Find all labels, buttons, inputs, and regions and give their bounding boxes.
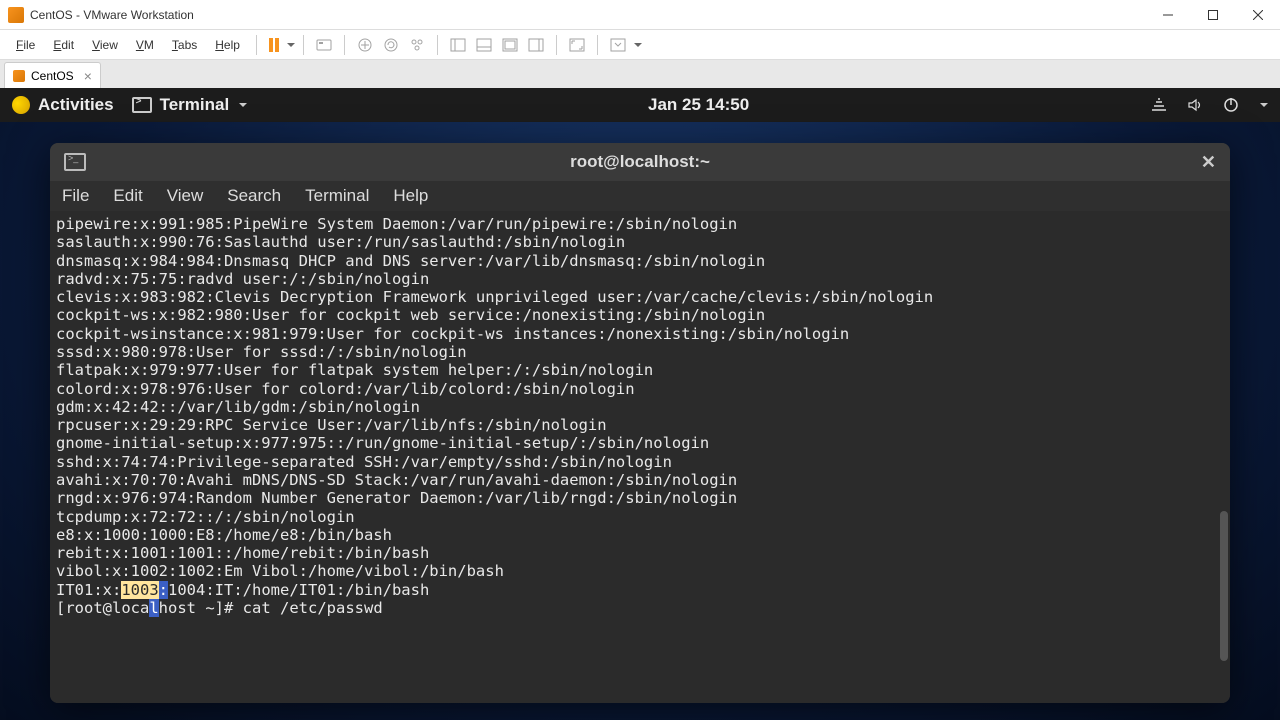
terminal-titlebar-icon bbox=[64, 153, 86, 171]
menu-view[interactable]: View bbox=[84, 35, 126, 55]
terminal-command: cat /etc/passwd bbox=[243, 599, 383, 617]
gnome-clock[interactable]: Jan 25 14:50 bbox=[648, 95, 749, 115]
separator bbox=[344, 35, 345, 55]
terminal-line: e8:x:1000:1000:E8:/home/e8:/bin/bash bbox=[56, 526, 1224, 544]
terminal-selection: 1003 bbox=[121, 581, 158, 599]
terminal-line: avahi:x:70:70:Avahi mDNS/DNS-SD Stack:/v… bbox=[56, 471, 1224, 489]
terminal-titlebar[interactable]: root@localhost:~ ✕ bbox=[50, 143, 1230, 181]
term-menu-terminal[interactable]: Terminal bbox=[305, 186, 369, 206]
terminal-line: rngd:x:976:974:Random Number Generator D… bbox=[56, 489, 1224, 507]
vm-tab-icon bbox=[13, 70, 25, 82]
layout-4-icon[interactable] bbox=[524, 33, 548, 57]
term-menu-file[interactable]: File bbox=[62, 186, 89, 206]
terminal-line: vibol:x:1002:1002:Em Vibol:/home/vibol:/… bbox=[56, 562, 1224, 580]
separator bbox=[437, 35, 438, 55]
close-button[interactable] bbox=[1235, 0, 1280, 30]
layout-1-icon[interactable] bbox=[446, 33, 470, 57]
menu-file[interactable]: File bbox=[8, 35, 43, 55]
terminal-menubar: File Edit View Search Terminal Help bbox=[50, 181, 1230, 211]
layout-3-icon[interactable] bbox=[498, 33, 522, 57]
menu-tabs[interactable]: Tabs bbox=[164, 35, 205, 55]
menu-help[interactable]: Help bbox=[207, 35, 248, 55]
pause-icon[interactable] bbox=[265, 38, 283, 52]
separator bbox=[556, 35, 557, 55]
terminal-line: rpcuser:x:29:29:RPC Service User:/var/li… bbox=[56, 416, 1224, 434]
activities-button[interactable]: Activities bbox=[12, 95, 114, 115]
term-menu-edit[interactable]: Edit bbox=[113, 186, 142, 206]
term-menu-search[interactable]: Search bbox=[227, 186, 281, 206]
fullscreen-icon[interactable] bbox=[565, 33, 589, 57]
terminal-line: gdm:x:42:42::/var/lib/gdm:/sbin/nologin bbox=[56, 398, 1224, 416]
terminal-line: flatpak:x:979:977:User for flatpak syste… bbox=[56, 361, 1224, 379]
separator bbox=[597, 35, 598, 55]
terminal-line: IT01:x:1003:1004:IT:/home/IT01:/bin/bash bbox=[56, 581, 1224, 599]
layout-2-icon[interactable] bbox=[472, 33, 496, 57]
terminal-cursor-overlay: l bbox=[149, 599, 158, 617]
terminal-line: pipewire:x:991:985:PipeWire System Daemo… bbox=[56, 215, 1224, 233]
terminal-line: sshd:x:74:74:Privilege-separated SSH:/va… bbox=[56, 453, 1224, 471]
send-ctrl-alt-del-icon[interactable] bbox=[312, 33, 336, 57]
menu-edit[interactable]: Edit bbox=[45, 35, 82, 55]
terminal-line: cockpit-wsinstance:x:981:979:User for co… bbox=[56, 325, 1224, 343]
term-menu-help[interactable]: Help bbox=[393, 186, 428, 206]
terminal-line: saslauth:x:990:76:Saslauthd user:/run/sa… bbox=[56, 233, 1224, 251]
terminal-line: cockpit-ws:x:982:980:User for cockpit we… bbox=[56, 306, 1224, 324]
vm-tab[interactable]: CentOS × bbox=[4, 62, 101, 88]
volume-icon bbox=[1186, 96, 1204, 114]
power-icon bbox=[1222, 96, 1240, 114]
windows-title: CentOS - VMware Workstation bbox=[30, 8, 194, 22]
terminal-cursor-block: : bbox=[159, 581, 168, 599]
app-indicator-label: Terminal bbox=[160, 95, 230, 115]
unity-icon[interactable] bbox=[606, 33, 630, 57]
terminal-line: colord:x:978:976:User for colord:/var/li… bbox=[56, 380, 1224, 398]
term-menu-view[interactable]: View bbox=[167, 186, 204, 206]
app-indicator-caret-icon bbox=[239, 103, 247, 107]
view-dropdown-icon[interactable] bbox=[634, 43, 642, 47]
activities-label: Activities bbox=[38, 95, 114, 115]
gnome-topbar: Activities Terminal Jan 25 14:50 bbox=[0, 88, 1280, 122]
system-tray[interactable] bbox=[1150, 96, 1268, 114]
terminal-prompt-line: [root@localhost ~]# cat /etc/passwd bbox=[56, 599, 1224, 617]
terminal-line: sssd:x:980:978:User for sssd:/:/sbin/nol… bbox=[56, 343, 1224, 361]
separator bbox=[256, 35, 257, 55]
terminal-indicator-icon bbox=[132, 97, 152, 113]
maximize-button[interactable] bbox=[1190, 0, 1235, 30]
separator bbox=[303, 35, 304, 55]
power-dropdown-icon[interactable] bbox=[287, 43, 295, 47]
vm-tab-label: CentOS bbox=[31, 69, 74, 83]
terminal-close-button[interactable]: ✕ bbox=[1201, 152, 1216, 173]
terminal-line: rebit:x:1001:1001::/home/rebit:/bin/bash bbox=[56, 544, 1224, 562]
snapshot-take-icon[interactable] bbox=[353, 33, 377, 57]
terminal-line: gnome-initial-setup:x:977:975::/run/gnom… bbox=[56, 434, 1224, 452]
terminal-line: dnsmasq:x:984:984:Dnsmasq DHCP and DNS s… bbox=[56, 252, 1224, 270]
windows-titlebar: CentOS - VMware Workstation bbox=[0, 0, 1280, 30]
close-tab-icon[interactable]: × bbox=[84, 68, 92, 84]
terminal-line: radvd:x:75:75:radvd user:/:/sbin/nologin bbox=[56, 270, 1224, 288]
snapshot-manager-icon[interactable] bbox=[405, 33, 429, 57]
terminal-scrollbar[interactable] bbox=[1220, 511, 1228, 661]
vmware-icon bbox=[8, 7, 24, 23]
terminal-line: clevis:x:983:982:Clevis Decryption Frame… bbox=[56, 288, 1224, 306]
vmware-menubar: File Edit View VM Tabs Help bbox=[0, 30, 1280, 60]
minimize-button[interactable] bbox=[1145, 0, 1190, 30]
system-caret-icon bbox=[1260, 103, 1268, 107]
vmware-tabbar: CentOS × bbox=[0, 60, 1280, 88]
terminal-content[interactable]: pipewire:x:991:985:PipeWire System Daemo… bbox=[50, 211, 1230, 703]
menu-vm[interactable]: VM bbox=[128, 35, 162, 55]
terminal-window-title: root@localhost:~ bbox=[570, 152, 710, 172]
app-indicator[interactable]: Terminal bbox=[132, 95, 248, 115]
terminal-window: root@localhost:~ ✕ File Edit View Search… bbox=[50, 143, 1230, 703]
terminal-line: tcpdump:x:72:72::/:/sbin/nologin bbox=[56, 508, 1224, 526]
vm-screen: Activities Terminal Jan 25 14:50 root@lo… bbox=[0, 88, 1280, 720]
gnome-footprint-icon bbox=[12, 96, 30, 114]
snapshot-revert-icon[interactable] bbox=[379, 33, 403, 57]
network-icon bbox=[1150, 96, 1168, 114]
